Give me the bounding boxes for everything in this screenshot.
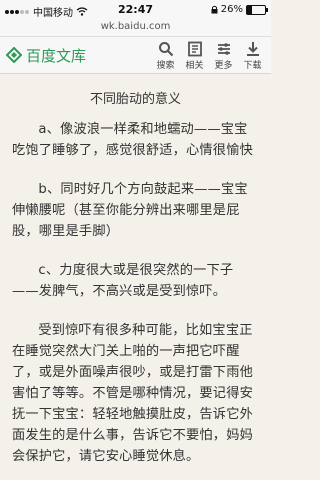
battery-label: 26% [220,4,243,15]
toolbar: 搜索 相关 更多 下载 [151,39,267,71]
related-button[interactable]: 相关 [180,39,209,71]
download-icon [246,42,259,56]
lock-icon [211,5,218,14]
status-right: 26% [211,4,268,15]
paragraph-a: a、像波浪一样柔和地蠕动——宝宝吃饱了睡够了，感觉很舒适，心情很愉快 [12,122,253,158]
logo-icon [6,47,22,63]
search-label: 搜索 [156,61,175,71]
url-bar[interactable]: wk.baidu.com [0,20,271,37]
paragraph-c: c、力度很大或是很突然的一下子——发脾气，不高兴或是受到惊吓。 [12,263,234,299]
document-title: 不同胎动的意义 [89,92,181,107]
status-bar: 中国移动 22:47 26% [0,0,271,20]
more-button[interactable]: 更多 [209,39,238,71]
paragraph-b: b、同时好几个方向鼓起来——宝宝伸懒腰呢（甚至你能分辨出来哪里是屁股，哪里是手脚… [12,182,248,239]
related-icon [187,41,202,57]
document-body: 不同胎动的意义 a、像波浪一样柔和地蠕动——宝宝吃饱了睡够了，感觉很舒适，心情很… [0,74,271,467]
more-icon [217,43,230,55]
search-button[interactable]: 搜索 [151,39,180,71]
download-label: 下载 [243,61,262,71]
download-button[interactable]: 下载 [238,39,267,71]
app-logo[interactable]: 百度文库 [6,45,86,66]
search-icon [158,42,173,57]
paragraph-startle: 受到惊吓有很多种可能，比如宝宝正在睡觉突然大门关上啪的一声把它吓醒了，或是外面噪… [12,323,253,464]
app-title: 百度文库 [26,46,87,65]
more-label: 更多 [214,61,233,71]
related-label: 相关 [185,61,204,71]
app-header: 百度文库 搜索 相关 更多 下载 [0,37,271,74]
battery-icon [246,4,268,15]
